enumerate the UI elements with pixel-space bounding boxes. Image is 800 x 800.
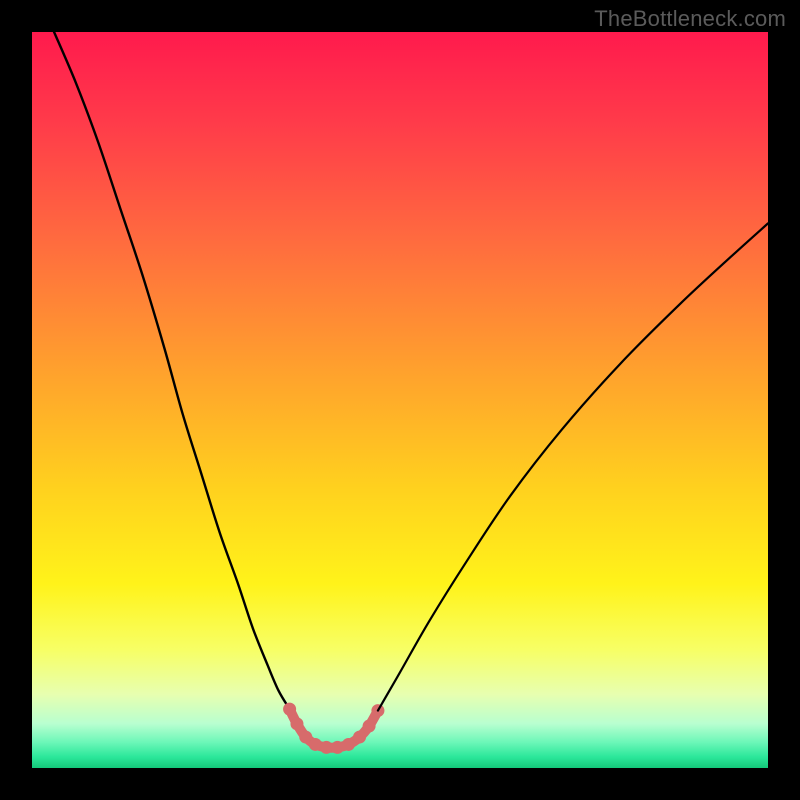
trough-bead [331, 741, 344, 754]
trough-bead [283, 703, 296, 716]
trough-bead [309, 738, 322, 751]
outer-frame: TheBottleneck.com [0, 0, 800, 800]
plot-area [32, 32, 768, 768]
watermark-text: TheBottleneck.com [594, 6, 786, 32]
trough-bead [290, 717, 303, 730]
curve-layer [32, 32, 768, 768]
trough-bead [342, 738, 355, 751]
series-right-ascent [378, 223, 768, 710]
series-left-descent [54, 32, 290, 709]
trough-bead [353, 731, 366, 744]
trough-bead [363, 720, 376, 733]
